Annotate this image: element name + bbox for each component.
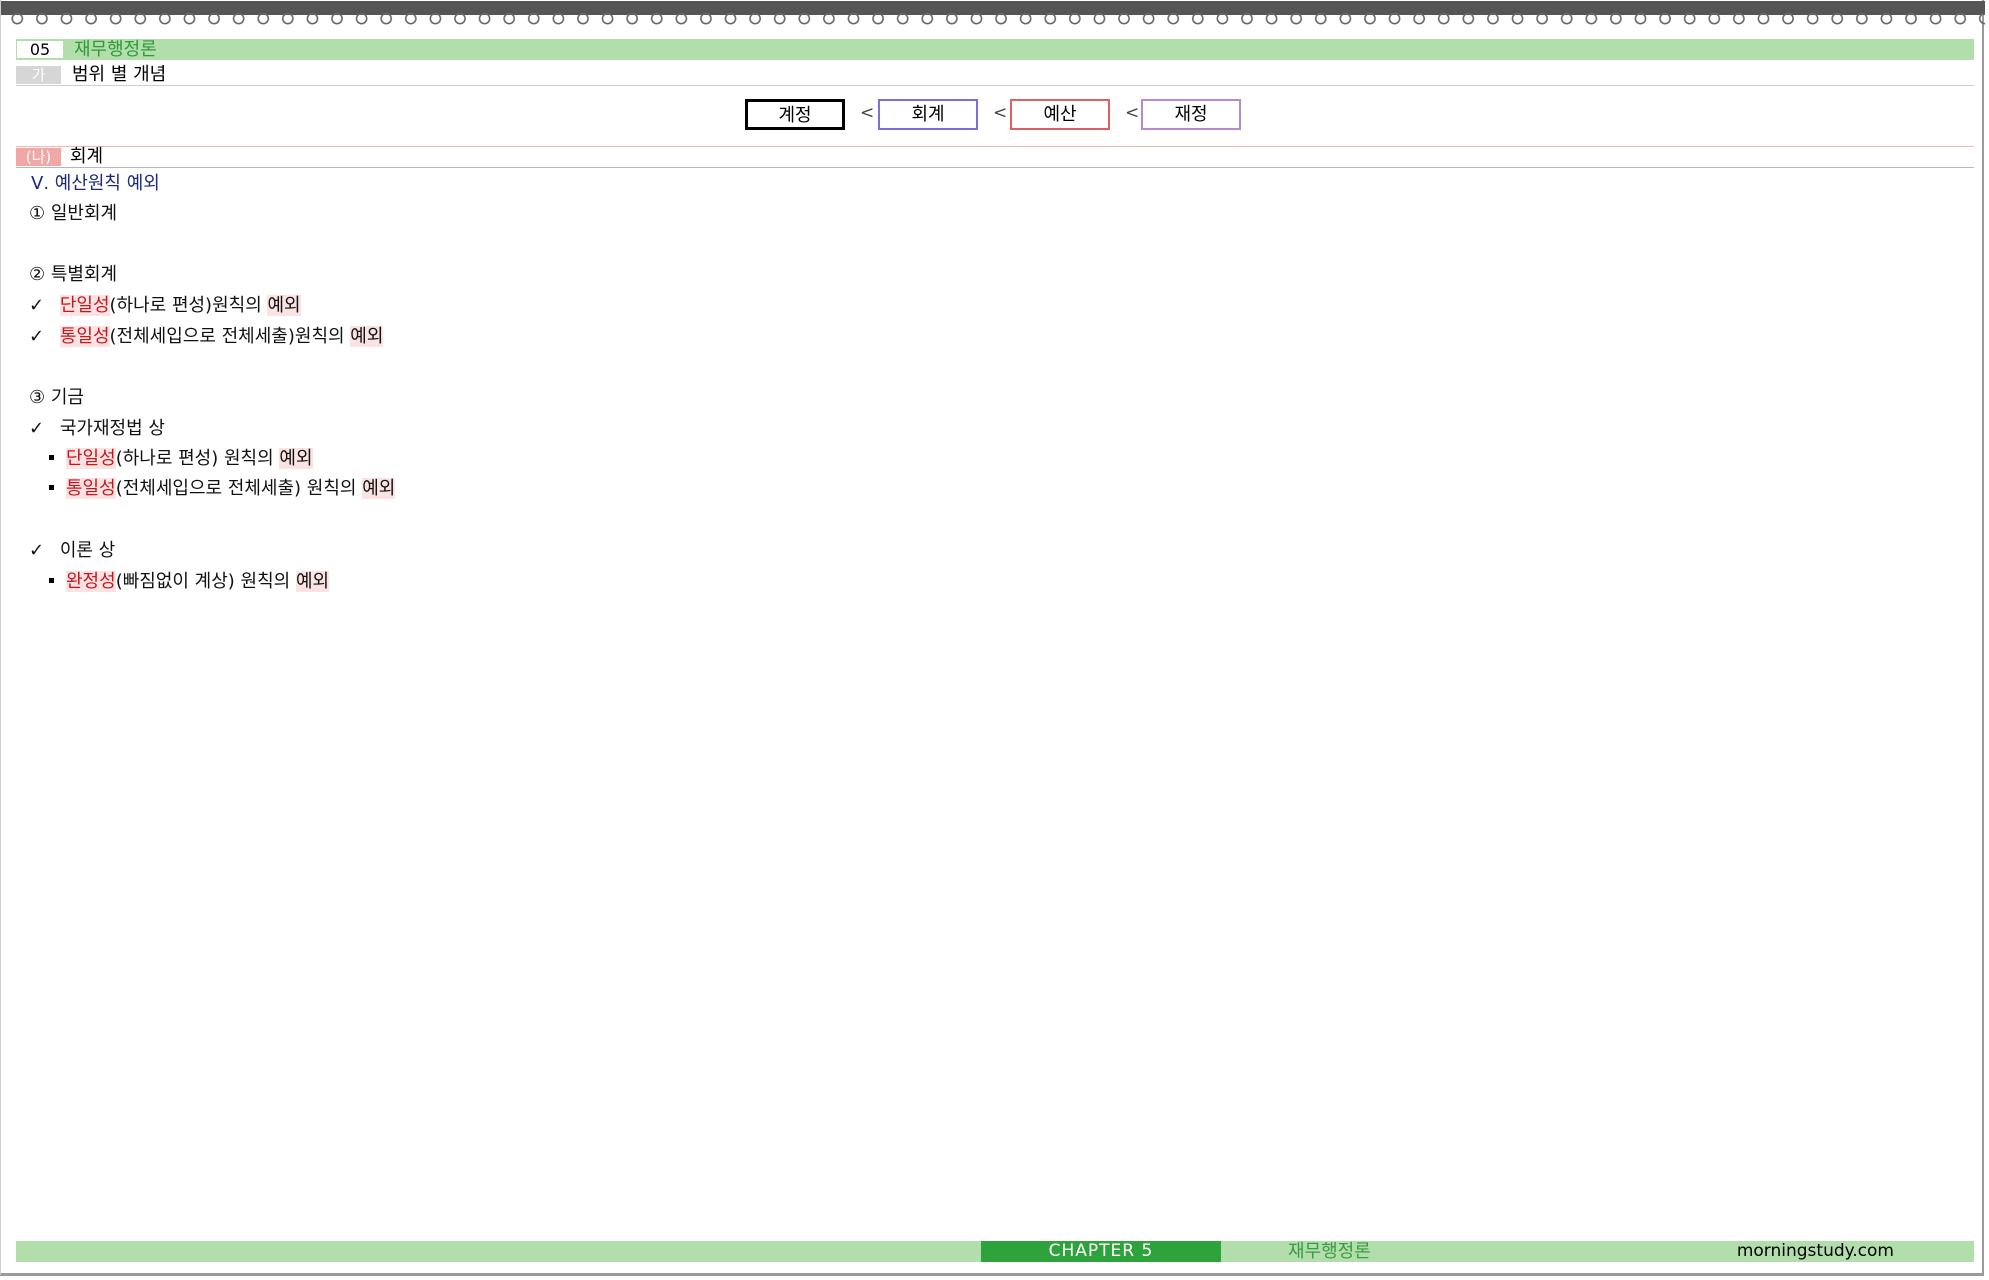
subsection-tag: (나) xyxy=(16,148,61,166)
chapter-header: 05 재무행정론 xyxy=(16,39,1974,60)
chapter-title: 재무행정론 xyxy=(74,39,157,60)
list-item: ✓ 이론 상 xyxy=(29,539,115,563)
item-fund: ③ 기금 xyxy=(29,387,84,408)
term-highlight: 통일성 xyxy=(59,326,110,347)
item-text: (전체세입으로 전체세출)원칙의 xyxy=(109,326,351,347)
section-header: 가 범위 별 개념 xyxy=(16,65,1974,86)
exception-highlight: 예외 xyxy=(362,478,396,499)
sub-list-item: 통일성(전체세입으로 전체세출) 원칙의 예외 xyxy=(49,477,396,501)
item-text: (하나로 편성)원칙의 xyxy=(109,295,268,316)
item-text: 이론 상 xyxy=(59,540,116,561)
hierarchy-box-finance: 재정 xyxy=(1141,99,1241,130)
check-mark: ✓ xyxy=(29,418,45,439)
subsection-title: 회계 xyxy=(70,146,104,167)
term-highlight: 통일성 xyxy=(66,478,116,499)
list-item: ✓ 단일성(하나로 편성)원칙의 예외 xyxy=(29,294,301,318)
section-title: 범위 별 개념 xyxy=(72,64,167,85)
document-page: 05 재무행정론 가 범위 별 개념 계정 < 회계 < 예산 < 재정 (나)… xyxy=(0,0,1985,1276)
sub-list-item: 단일성(하나로 편성) 원칙의 예외 xyxy=(49,447,313,471)
hierarchy-box-account: 계정 xyxy=(745,99,845,130)
item-text: 국가재정법 상 xyxy=(59,418,165,439)
item-text: (하나로 편성) 원칙의 xyxy=(115,448,280,469)
exception-highlight: 예외 xyxy=(267,295,301,316)
hierarchy-box-budget: 예산 xyxy=(1010,99,1110,130)
chapter-number: 05 xyxy=(17,41,63,58)
check-mark: ✓ xyxy=(29,295,45,316)
subsection-header: (나) 회계 xyxy=(16,146,1974,168)
footer-chapter: CHAPTER 5 xyxy=(981,1241,1221,1262)
page-footer: CHAPTER 5 재무행정론 morningstudy.com xyxy=(16,1241,1974,1262)
less-than-sign: < xyxy=(860,103,875,123)
square-bullet-icon xyxy=(49,454,54,460)
content-heading: Ⅴ. 예산원칙 예외 xyxy=(31,173,160,194)
exception-highlight: 예외 xyxy=(295,571,330,592)
square-bullet-icon xyxy=(49,484,54,490)
hierarchy-box-fund: 회계 xyxy=(878,99,978,130)
item-general-account: ① 일반회계 xyxy=(29,203,118,224)
sub-list-item: 완정성(빠짐없이 계상) 원칙의 예외 xyxy=(49,570,330,594)
section-tag: 가 xyxy=(16,66,61,84)
less-than-sign: < xyxy=(993,103,1008,123)
less-than-sign: < xyxy=(1125,103,1140,123)
item-text: (전체세입으로 전체세출) 원칙의 xyxy=(115,478,363,499)
footer-site: morningstudy.com xyxy=(1736,1241,1894,1261)
list-item: ✓ 통일성(전체세입으로 전체세출)원칙의 예외 xyxy=(29,325,384,349)
exception-highlight: 예외 xyxy=(279,448,313,469)
item-special-account: ② 특별회계 xyxy=(29,264,118,285)
term-highlight: 단일성 xyxy=(59,295,110,316)
check-mark: ✓ xyxy=(29,326,45,347)
item-text: (빠짐없이 계상) 원칙의 xyxy=(115,571,296,592)
square-bullet-icon xyxy=(49,577,54,583)
term-highlight: 완정성 xyxy=(66,571,116,592)
exception-highlight: 예외 xyxy=(350,326,384,347)
footer-title: 재무행정론 xyxy=(1288,1241,1371,1262)
term-highlight: 단일성 xyxy=(66,448,116,469)
list-item: ✓ 국가재정법 상 xyxy=(29,417,165,441)
spiral-binding xyxy=(1,0,1985,30)
check-mark: ✓ xyxy=(29,540,45,561)
